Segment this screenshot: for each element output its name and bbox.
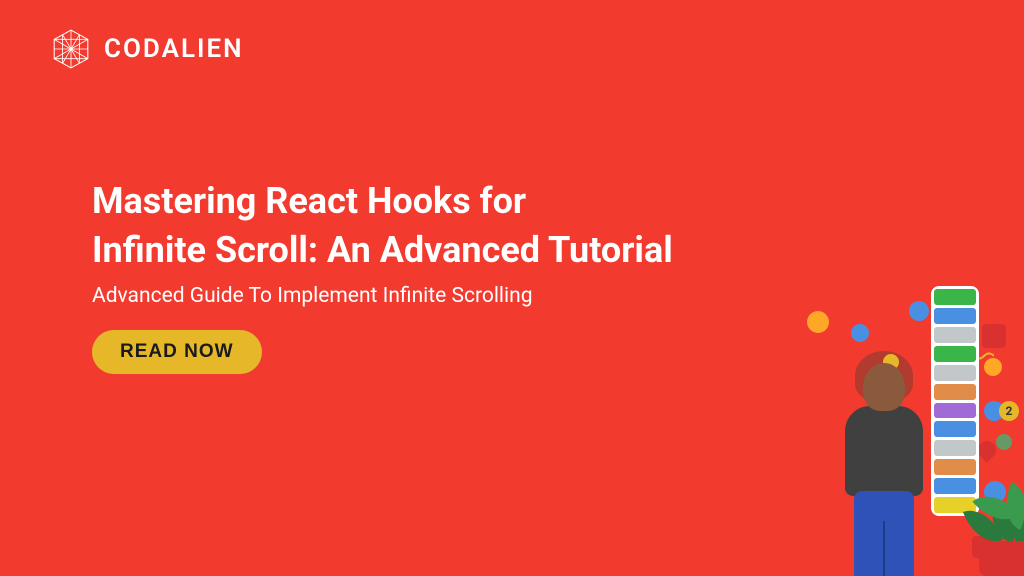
notification-badge: 2 (999, 401, 1019, 421)
brand-name: CODALIEN (104, 34, 244, 64)
title-line-1: Mastering React Hooks for (92, 180, 526, 222)
hero-title: Mastering React Hooks for Infinite Scrol… (92, 177, 673, 274)
hero-illustration: 2 (784, 286, 1024, 576)
person-legs (854, 491, 914, 576)
person-illustration (834, 363, 934, 576)
feed-card (934, 421, 976, 437)
dot-icon (996, 434, 1012, 450)
brand-logo: CODALIEN (50, 28, 244, 70)
read-now-button[interactable]: READ NOW (92, 330, 262, 374)
logo-icon (50, 28, 92, 70)
phone-feed (931, 286, 979, 516)
feed-card (934, 459, 976, 475)
feed-card (934, 384, 976, 400)
feed-card (934, 440, 976, 456)
person-body (845, 406, 923, 496)
feed-card (934, 289, 976, 305)
person-head (863, 363, 905, 411)
feed-card (934, 346, 976, 362)
share-icon (909, 301, 929, 321)
thumbs-up-icon (851, 324, 869, 342)
heart-icon (807, 311, 829, 333)
hero-subtitle: Advanced Guide To Implement Infinite Scr… (92, 284, 673, 308)
feed-card (934, 403, 976, 419)
feed-card (934, 327, 976, 343)
feed-card (934, 478, 976, 494)
feed-card (934, 308, 976, 324)
title-line-2: Infinite Scroll: An Advanced Tutorial (92, 229, 673, 271)
plant-pot (979, 541, 1024, 576)
youtube-icon (982, 324, 1006, 348)
plant-decoration (964, 496, 1024, 576)
feed-card (934, 365, 976, 381)
hero-content: Mastering React Hooks for Infinite Scrol… (92, 177, 673, 374)
